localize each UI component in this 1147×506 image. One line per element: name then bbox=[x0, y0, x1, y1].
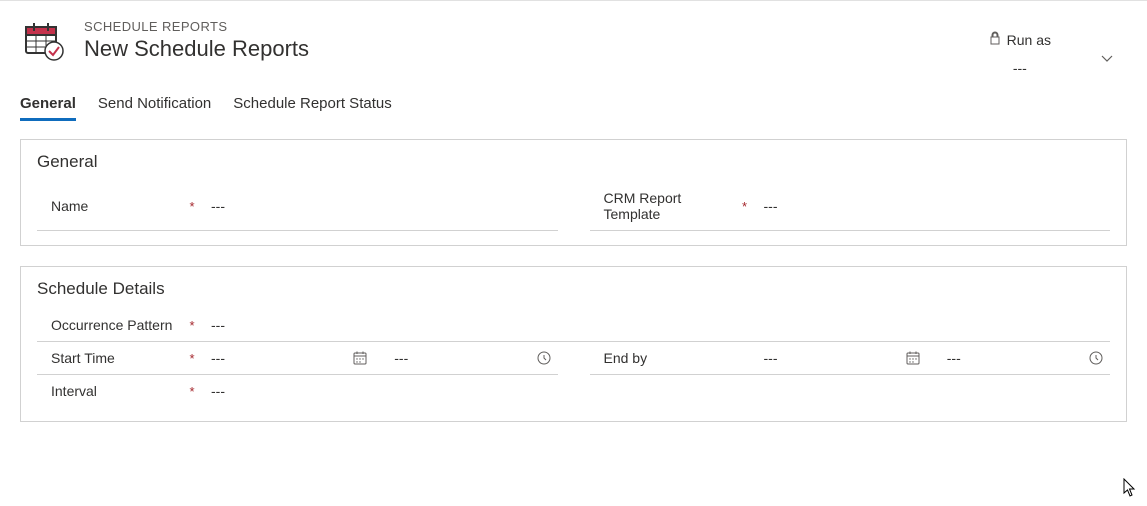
content-area: General Name * --- CRM Report Template *… bbox=[0, 121, 1147, 422]
run-as-label-row: Run as bbox=[989, 31, 1051, 48]
end-date-value[interactable]: --- bbox=[764, 350, 899, 366]
tab-bar: General Send Notification Schedule Repor… bbox=[0, 71, 1147, 121]
tab-schedule-report-status[interactable]: Schedule Report Status bbox=[233, 95, 391, 121]
expand-chevron-button[interactable] bbox=[1095, 47, 1119, 71]
field-name-value[interactable]: --- bbox=[197, 198, 558, 214]
field-crm-template: CRM Report Template * --- bbox=[590, 182, 1111, 231]
required-mark: * bbox=[187, 351, 197, 366]
tab-send-notification[interactable]: Send Notification bbox=[98, 95, 211, 121]
field-interval-label: Interval bbox=[37, 383, 187, 399]
field-interval: Interval * --- bbox=[37, 375, 1110, 407]
required-mark: * bbox=[740, 199, 750, 214]
run-as-block: Run as --- bbox=[989, 31, 1051, 76]
end-time-value[interactable]: --- bbox=[927, 350, 1082, 366]
page-header: SCHEDULE REPORTS New Schedule Reports Ru… bbox=[0, 1, 1147, 65]
calendar-icon[interactable] bbox=[346, 350, 374, 366]
section-schedule-details: Schedule Details Occurrence Pattern * --… bbox=[20, 266, 1127, 422]
field-occurrence-label: Occurrence Pattern bbox=[37, 317, 187, 333]
field-start-time: Start Time * --- --- bbox=[37, 342, 558, 375]
field-crm-template-label: CRM Report Template bbox=[590, 190, 740, 222]
field-end-by-label: End by bbox=[590, 350, 740, 366]
start-time-value[interactable]: --- bbox=[374, 350, 529, 366]
required-mark: * bbox=[187, 384, 197, 399]
field-occurrence-pattern: Occurrence Pattern * --- bbox=[37, 309, 1110, 342]
field-name: Name * --- bbox=[37, 182, 558, 231]
page-title: New Schedule Reports bbox=[84, 36, 1123, 62]
field-crm-template-value[interactable]: --- bbox=[750, 198, 1111, 214]
cursor-icon bbox=[1123, 478, 1139, 498]
breadcrumb: SCHEDULE REPORTS bbox=[84, 19, 1123, 34]
clock-icon[interactable] bbox=[530, 350, 558, 366]
field-occurrence-value[interactable]: --- bbox=[197, 317, 1110, 333]
start-date-value[interactable]: --- bbox=[211, 350, 346, 366]
required-mark: * bbox=[187, 199, 197, 214]
field-end-by: End by --- --- bbox=[590, 342, 1111, 375]
section-general-title: General bbox=[37, 152, 1110, 172]
lock-icon bbox=[989, 31, 1001, 48]
header-titles: SCHEDULE REPORTS New Schedule Reports bbox=[84, 19, 1123, 62]
schedule-reports-icon bbox=[24, 21, 68, 65]
chevron-down-icon bbox=[1099, 50, 1115, 69]
run-as-label-text: Run as bbox=[1007, 32, 1051, 48]
tab-general[interactable]: General bbox=[20, 95, 76, 121]
run-as-value[interactable]: --- bbox=[1013, 60, 1027, 76]
section-general: General Name * --- CRM Report Template *… bbox=[20, 139, 1127, 246]
required-mark: * bbox=[187, 318, 197, 333]
clock-icon[interactable] bbox=[1082, 350, 1110, 366]
section-schedule-title: Schedule Details bbox=[37, 279, 1110, 299]
field-start-time-label: Start Time bbox=[37, 350, 187, 366]
calendar-icon[interactable] bbox=[899, 350, 927, 366]
field-name-label: Name bbox=[37, 198, 187, 214]
field-interval-value[interactable]: --- bbox=[197, 383, 1110, 399]
